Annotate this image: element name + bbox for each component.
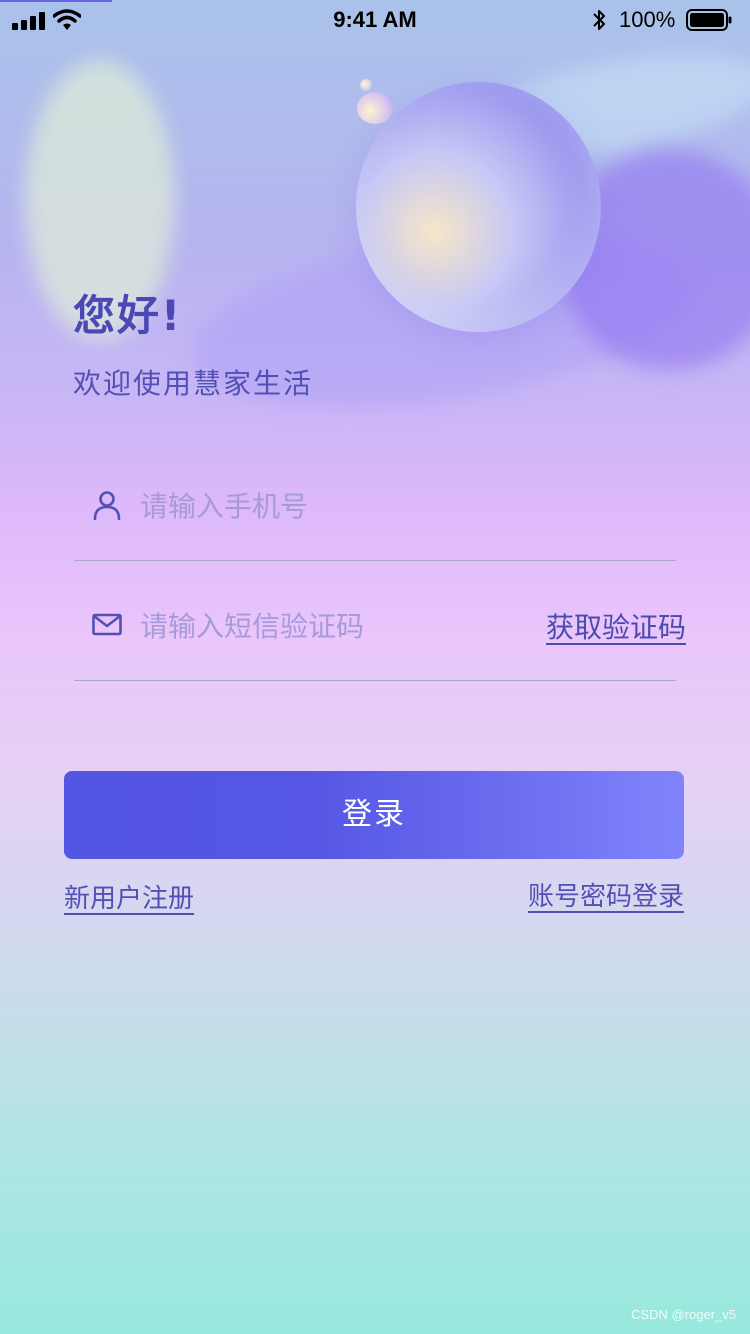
battery-percent: 100% (619, 7, 676, 32)
sms-code-input[interactable] (140, 604, 520, 648)
mail-icon (92, 613, 122, 636)
get-code-link[interactable]: 获取验证码 (546, 606, 686, 646)
phone-field (74, 480, 676, 561)
decorative-bubble (357, 92, 393, 124)
phone-input[interactable] (140, 484, 520, 528)
greeting-title: 您好! (73, 291, 183, 340)
battery-icon (686, 9, 732, 31)
background-blob (560, 150, 750, 370)
user-icon (93, 491, 121, 520)
decorative-sphere (356, 82, 601, 332)
background-blob (464, 34, 750, 176)
watermark: CSDN @roger_v5 (631, 1307, 736, 1322)
status-bar: 9:41 AM 100% (0, 0, 750, 40)
welcome-subtitle: 欢迎使用慧家生活 (73, 367, 314, 400)
login-button[interactable]: 登录 (64, 771, 684, 859)
password-login-link[interactable]: 账号密码登录 (528, 876, 684, 913)
bluetooth-icon (593, 10, 605, 30)
decorative-bubble (360, 79, 372, 91)
sms-code-field: 获取验证码 (74, 600, 686, 681)
register-link[interactable]: 新用户注册 (64, 878, 194, 915)
background-art (0, 0, 750, 520)
